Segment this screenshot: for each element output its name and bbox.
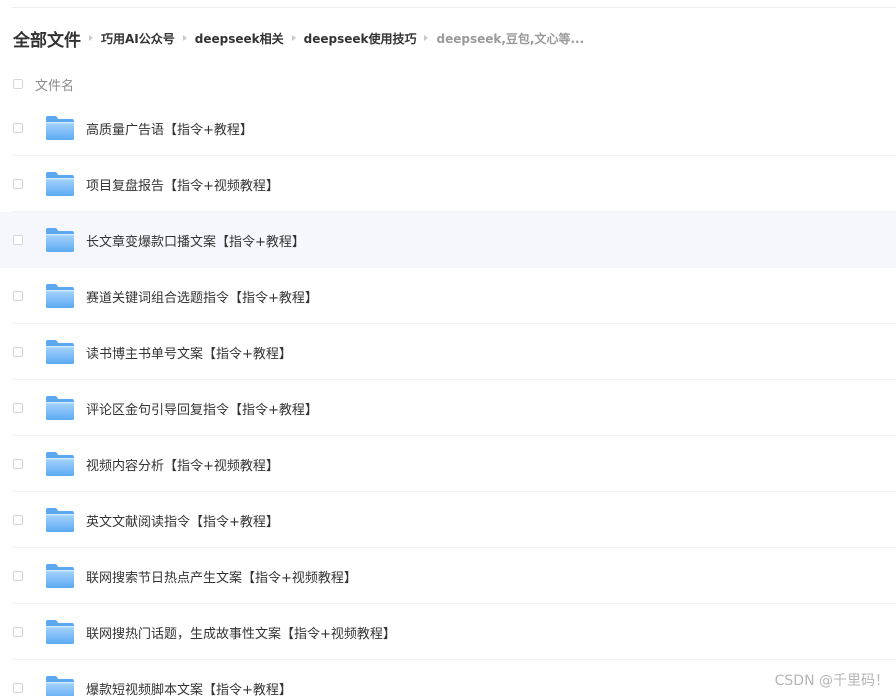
file-row[interactable]: 读书博主书单号文案【指令+教程】 (0, 324, 896, 380)
breadcrumb-item-1[interactable]: 巧用AI公众号 (101, 30, 175, 47)
file-name[interactable]: 长文章变爆款口播文案【指令+教程】 (86, 231, 305, 250)
folder-icon (45, 451, 75, 477)
file-name[interactable]: 高质量广告语【指令+教程】 (86, 119, 253, 138)
column-header-filename[interactable]: 文件名 (35, 75, 74, 94)
row-checkbox[interactable] (13, 627, 23, 637)
file-row[interactable]: 联网搜热门话题，生成故事性文案【指令+视频教程】 (0, 604, 896, 660)
folder-icon (45, 507, 75, 533)
file-row[interactable]: 英文文献阅读指令【指令+教程】 (0, 492, 896, 548)
list-header: 文件名 (0, 70, 896, 98)
folder-icon (45, 675, 75, 696)
select-all-checkbox[interactable] (13, 79, 23, 89)
file-name[interactable]: 联网搜索节日热点产生文案【指令+视频教程】 (86, 567, 357, 586)
file-row[interactable]: 视频内容分析【指令+视频教程】 (0, 436, 896, 492)
row-checkbox[interactable] (13, 515, 23, 525)
breadcrumb-current: deepseek,豆包,文心等... (436, 31, 585, 46)
file-row[interactable]: 联网搜索节日热点产生文案【指令+视频教程】 (0, 548, 896, 604)
file-name[interactable]: 项目复盘报告【指令+视频教程】 (86, 175, 279, 194)
file-row[interactable]: 高质量广告语【指令+教程】 (0, 100, 896, 156)
file-list: 高质量广告语【指令+教程】项目复盘报告【指令+视频教程】长文章变爆款口播文案【指… (0, 100, 896, 696)
file-browser: 全部文件 巧用AI公众号 deepseek相关 deepseek使用技巧 dee… (0, 0, 896, 696)
file-row[interactable]: 评论区金句引导回复指令【指令+教程】 (0, 380, 896, 436)
row-checkbox[interactable] (13, 123, 23, 133)
file-name[interactable]: 读书博主书单号文案【指令+教程】 (86, 343, 292, 362)
breadcrumb-separator-icon (291, 35, 296, 41)
breadcrumb-root[interactable]: 全部文件 (13, 26, 81, 51)
folder-icon (45, 283, 75, 309)
row-checkbox[interactable] (13, 235, 23, 245)
watermark: CSDN @千里码！ (774, 673, 889, 689)
folder-icon (45, 395, 75, 421)
file-row[interactable]: 赛道关键词组合选题指令【指令+教程】 (0, 268, 896, 324)
row-checkbox[interactable] (13, 683, 23, 693)
file-row[interactable]: 爆款短视频脚本文案【指令+教程】 (0, 660, 896, 696)
breadcrumb-separator-icon (182, 35, 187, 41)
file-row[interactable]: 项目复盘报告【指令+视频教程】 (0, 156, 896, 212)
breadcrumb-item-3[interactable]: deepseek使用技巧 (304, 30, 417, 47)
file-name[interactable]: 赛道关键词组合选题指令【指令+教程】 (86, 287, 318, 306)
breadcrumb-separator-icon (89, 35, 93, 41)
folder-icon (45, 339, 75, 365)
row-checkbox[interactable] (13, 347, 23, 357)
folder-icon (45, 115, 75, 141)
row-checkbox[interactable] (13, 403, 23, 413)
breadcrumb: 全部文件 巧用AI公众号 deepseek相关 deepseek使用技巧 dee… (13, 24, 584, 52)
folder-icon (45, 227, 75, 253)
file-name[interactable]: 爆款短视频脚本文案【指令+教程】 (86, 679, 292, 696)
top-divider (12, 7, 896, 8)
file-row[interactable]: 长文章变爆款口播文案【指令+教程】 (0, 212, 896, 268)
breadcrumb-separator-icon (424, 35, 429, 41)
file-name[interactable]: 英文文献阅读指令【指令+教程】 (86, 511, 279, 530)
file-name[interactable]: 评论区金句引导回复指令【指令+教程】 (86, 399, 318, 418)
folder-icon (45, 171, 75, 197)
file-name[interactable]: 联网搜热门话题，生成故事性文案【指令+视频教程】 (86, 623, 396, 642)
row-checkbox[interactable] (13, 571, 23, 581)
breadcrumb-item-2[interactable]: deepseek相关 (195, 30, 284, 47)
row-checkbox[interactable] (13, 459, 23, 469)
folder-icon (45, 619, 75, 645)
row-checkbox[interactable] (13, 291, 23, 301)
row-checkbox[interactable] (13, 179, 23, 189)
folder-icon (45, 563, 75, 589)
file-name[interactable]: 视频内容分析【指令+视频教程】 (86, 455, 279, 474)
